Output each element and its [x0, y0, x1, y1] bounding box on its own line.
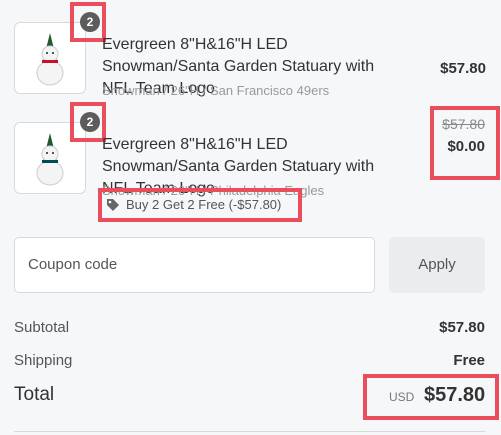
price-highlight: $57.80 $0.00 — [430, 106, 500, 180]
total-highlight: USD $57.80 — [363, 374, 499, 420]
total-value: $57.80 — [424, 384, 486, 406]
product-variant: Snowman / 26"H / San Francisco 49ers — [102, 83, 330, 98]
original-price: $57.80 — [442, 116, 485, 132]
cart-item: 2 Evergreen 8"H&16"H LED Snowman/Santa G… — [14, 102, 500, 222]
subtotal-label: Subtotal — [14, 319, 70, 336]
discount-highlight: Buy 2 Get 2 Free (-$57.80) — [98, 188, 302, 222]
apply-button[interactable]: Apply — [389, 237, 485, 293]
coupon-input[interactable]: Coupon code — [14, 237, 375, 293]
shipping-label: Shipping — [14, 352, 73, 369]
subtotal-value: $57.80 — [439, 319, 485, 336]
discount-label: Buy 2 Get 2 Free (-$57.80) — [126, 197, 282, 212]
cart-item: 2 Evergreen 8"H&16"H LED Snowman/Santa G… — [14, 2, 492, 102]
total-label: Total — [14, 384, 55, 405]
subtotal-row: Subtotal $57.80 — [14, 319, 485, 336]
discounted-price: $0.00 — [447, 138, 485, 155]
tag-icon — [107, 198, 119, 211]
divider — [14, 431, 485, 432]
product-price: $57.80 — [440, 60, 486, 77]
quantity-badge: 2 — [80, 12, 100, 32]
quantity-badge: 2 — [80, 112, 100, 132]
currency-code: USD — [389, 390, 415, 404]
shipping-row: Shipping Free — [14, 352, 485, 369]
shipping-value: Free — [453, 352, 485, 369]
discount-line: Buy 2 Get 2 Free (-$57.80) — [106, 197, 281, 212]
